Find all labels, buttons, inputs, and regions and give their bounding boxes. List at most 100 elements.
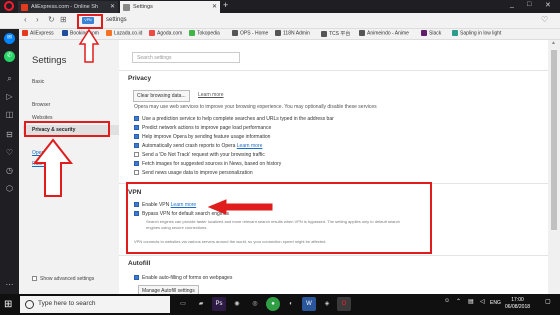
checkbox[interactable] bbox=[134, 116, 139, 122]
clock-icon[interactable]: ◷ bbox=[4, 165, 15, 176]
option-bypass-vpn[interactable]: Bypass VPN for default search engines bbox=[134, 211, 229, 217]
app-icon[interactable]: ◉ bbox=[230, 297, 244, 311]
taskbar-search[interactable]: Type here to search bbox=[20, 296, 170, 313]
forward-button[interactable]: › bbox=[36, 15, 39, 24]
tab-settings[interactable]: Settings ✕ bbox=[120, 1, 220, 13]
vpn-learn-more-link[interactable]: Learn more bbox=[171, 202, 197, 208]
app-icon[interactable]: ◐ bbox=[284, 297, 298, 311]
option-crash-reports[interactable]: Automatically send crash reports to Oper… bbox=[134, 143, 262, 149]
heart-icon[interactable]: ♡ bbox=[4, 147, 15, 158]
vpn-badge[interactable]: VPN bbox=[82, 17, 94, 24]
nav-item-privacy-security[interactable]: Privacy & security bbox=[23, 125, 119, 135]
option-enable-vpn[interactable]: Enable VPN Learn more bbox=[134, 202, 196, 208]
whatsapp-icon[interactable]: ✆ bbox=[4, 51, 15, 62]
bookmark-item[interactable]: TCS 平台 bbox=[321, 30, 350, 37]
close-window-button[interactable]: ✕ bbox=[545, 1, 551, 9]
option-predict-network[interactable]: Predict network actions to improve page … bbox=[134, 125, 271, 131]
history-icon[interactable]: ⊟ bbox=[4, 129, 15, 140]
vpn-note: VPN connects to websites via various ser… bbox=[134, 239, 327, 244]
checkbox[interactable] bbox=[134, 143, 139, 149]
bookmark-item[interactable]: Slack bbox=[421, 30, 441, 36]
file-explorer-icon[interactable]: ▰ bbox=[194, 297, 208, 311]
reload-button[interactable]: ↻ bbox=[48, 15, 55, 24]
chrome-icon[interactable]: ● bbox=[266, 297, 280, 311]
privacy-learn-more-link[interactable]: Learn more bbox=[198, 92, 224, 98]
new-tab-button[interactable]: + bbox=[223, 0, 228, 10]
bookmark-heart-icon[interactable]: ♡ bbox=[541, 15, 548, 24]
tab-close-icon[interactable]: ✕ bbox=[110, 3, 115, 10]
speed-dial-grid-icon[interactable]: ⊞ bbox=[60, 15, 67, 24]
bookmark-item[interactable]: Agoda.com bbox=[149, 30, 182, 36]
bypass-vpn-checkbox[interactable] bbox=[134, 211, 139, 217]
nav-item-basic[interactable]: Basic bbox=[32, 79, 44, 85]
search-icon[interactable]: ⌕ bbox=[4, 73, 15, 84]
settings-navigation: Settings Basic Browser Websites Privacy … bbox=[19, 40, 119, 294]
search-settings-input[interactable]: Search settings bbox=[132, 52, 240, 63]
snapshot-icon[interactable]: ◫ bbox=[4, 109, 15, 120]
tab-aliexpress[interactable]: AliExpress.com - Online Sh ✕ bbox=[18, 1, 118, 13]
crash-learn-more-link[interactable]: Learn more bbox=[237, 143, 263, 149]
slack-icon bbox=[421, 30, 427, 36]
volume-icon[interactable]: ◁ bbox=[480, 298, 485, 305]
option-fetch-images[interactable]: Fetch images for suggested sources in Ne… bbox=[134, 161, 281, 167]
app-icon[interactable]: ◎ bbox=[248, 297, 262, 311]
tray-chevron-icon[interactable]: ⌃ bbox=[456, 298, 461, 305]
clear-browsing-data-button[interactable]: Clear browsing data... bbox=[133, 90, 190, 102]
task-view-icon[interactable]: ▭ bbox=[176, 297, 190, 311]
checkbox[interactable] bbox=[134, 125, 139, 131]
rate-opera-link[interactable]: Rate Opera bbox=[32, 161, 58, 167]
network-icon[interactable]: ▤ bbox=[468, 298, 474, 305]
opera-taskbar-icon[interactable]: O bbox=[337, 297, 351, 311]
content-scrollbar[interactable]: ▲ bbox=[548, 40, 560, 294]
checkbox[interactable] bbox=[134, 161, 139, 167]
messenger-icon[interactable]: ✉ bbox=[4, 33, 15, 44]
extensions-icon[interactable]: ⬡ bbox=[4, 183, 15, 194]
bookmark-item[interactable]: Booking.com bbox=[62, 30, 99, 36]
bookmark-item[interactable]: Lazada.co.id bbox=[106, 30, 142, 36]
option-enable-autofill[interactable]: Enable auto-filling of forms on webpages bbox=[134, 275, 232, 281]
aliexpress-icon bbox=[22, 30, 28, 36]
notifications-icon[interactable]: ▢ bbox=[545, 298, 551, 305]
vpn-section-title: VPN bbox=[128, 189, 142, 196]
minimize-button[interactable]: _ bbox=[510, 1, 514, 8]
bookmark-item[interactable]: AliExpress bbox=[22, 30, 54, 36]
send-icon[interactable]: ▷ bbox=[4, 91, 15, 102]
address-field[interactable]: VPN settings bbox=[74, 15, 534, 27]
maximize-button[interactable]: □ bbox=[527, 1, 531, 8]
windows-start-icon[interactable]: ⊞ bbox=[4, 299, 12, 310]
back-button[interactable]: ‹ bbox=[24, 15, 27, 24]
tab-close-icon[interactable]: ✕ bbox=[212, 3, 217, 10]
more-icon[interactable]: ⋯ bbox=[4, 279, 15, 290]
option-prediction-service[interactable]: Use a prediction service to help complet… bbox=[134, 116, 334, 122]
opera-help-link[interactable]: Opera help bbox=[32, 150, 57, 156]
enable-vpn-checkbox[interactable] bbox=[134, 202, 139, 208]
photoshop-icon[interactable]: Ps bbox=[212, 297, 226, 311]
language-indicator[interactable]: ENG bbox=[490, 300, 501, 306]
opera-menu-icon[interactable] bbox=[4, 1, 14, 11]
word-icon[interactable]: W bbox=[302, 297, 316, 311]
checkbox[interactable] bbox=[134, 170, 139, 176]
manage-autofill-button[interactable]: Manage Autofill settings bbox=[138, 285, 199, 294]
bookmark-item[interactable]: Tokopedia bbox=[189, 30, 220, 36]
option-news-usage[interactable]: Send news usage data to improve personal… bbox=[134, 170, 253, 176]
nav-item-browser[interactable]: Browser bbox=[32, 102, 50, 108]
url-text[interactable]: settings bbox=[106, 17, 127, 23]
scroll-thumb[interactable] bbox=[551, 50, 557, 230]
people-icon[interactable]: ☺ bbox=[444, 298, 450, 304]
nav-item-websites[interactable]: Websites bbox=[32, 115, 52, 121]
show-advanced-settings[interactable]: Show advanced settings bbox=[32, 276, 94, 282]
option-feature-usage[interactable]: Help improve Opera by sending feature us… bbox=[134, 134, 270, 140]
show-advanced-checkbox[interactable] bbox=[32, 276, 37, 282]
scroll-up-arrow-icon[interactable]: ▲ bbox=[551, 40, 556, 46]
bookmark-item[interactable]: OPS - Home bbox=[232, 30, 268, 36]
app-icon[interactable]: ◈ bbox=[320, 297, 334, 311]
bookmark-item[interactable]: Animeindo - Anime bbox=[359, 30, 409, 36]
checkbox[interactable] bbox=[134, 152, 139, 158]
bookmark-item[interactable]: 118N Admin bbox=[275, 30, 310, 36]
checkbox[interactable] bbox=[134, 275, 139, 281]
option-do-not-track[interactable]: Send a 'Do Not Track' request with your … bbox=[134, 152, 265, 158]
taskbar-clock[interactable]: 17:00 06/08/2018 bbox=[505, 297, 530, 311]
checkbox[interactable] bbox=[134, 134, 139, 140]
bookmark-item[interactable]: Sapling in low light bbox=[452, 30, 501, 36]
tab-label: Settings bbox=[133, 4, 153, 10]
